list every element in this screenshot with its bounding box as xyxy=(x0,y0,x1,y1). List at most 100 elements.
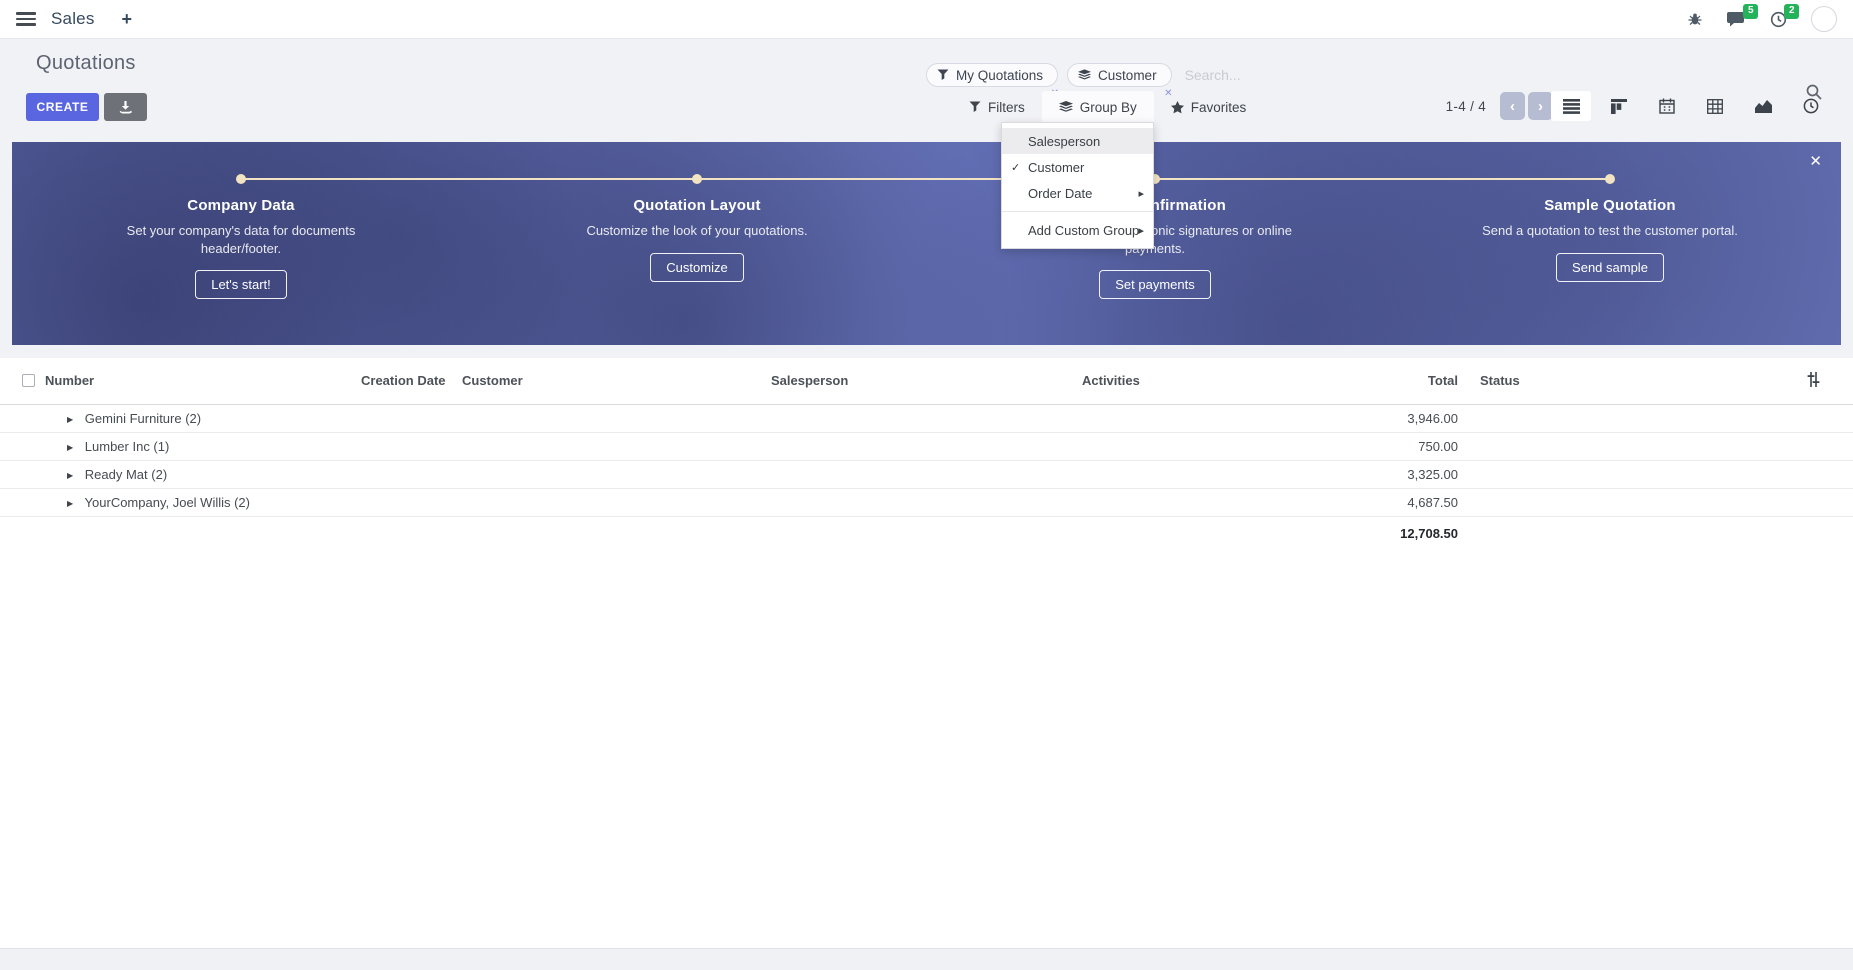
step-title: Sample Quotation xyxy=(1455,197,1765,214)
select-all-checkbox[interactable] xyxy=(22,374,35,387)
column-header-number[interactable]: Number xyxy=(45,358,361,404)
column-header-status[interactable]: Status xyxy=(1458,358,1775,404)
check-icon: ✓ xyxy=(1011,161,1020,174)
onboarding-step-sample-quotation: Sample Quotation Send a quotation to tes… xyxy=(1455,197,1765,282)
column-header-salesperson[interactable]: Salesperson xyxy=(771,358,1082,404)
group-by-button[interactable]: Group By xyxy=(1042,91,1154,123)
pager-next-button[interactable]: › xyxy=(1528,92,1553,120)
onboarding-banner: ✕ Company Data Set your company's data f… xyxy=(12,142,1841,345)
activity-view-button[interactable] xyxy=(1791,91,1831,121)
expand-caret-icon: ▶ xyxy=(67,443,73,452)
column-header-total[interactable]: Total xyxy=(1322,358,1458,404)
page: Sales + 5 2 Quotations My Quotations ✕ xyxy=(0,0,1853,970)
group-row-ready-mat[interactable]: ▶ Ready Mat (2) 3,325.00 xyxy=(0,460,1853,488)
column-header-customer[interactable]: Customer xyxy=(462,358,771,404)
banner-close-icon[interactable]: ✕ xyxy=(1809,152,1822,170)
graph-view-button[interactable] xyxy=(1743,91,1783,121)
step-description: Customize the look of your quotations. xyxy=(542,222,852,240)
menu-item-add-custom-group[interactable]: Add Custom Group ▸ xyxy=(1002,217,1153,243)
pivot-view-button[interactable] xyxy=(1695,91,1735,121)
clock-icon xyxy=(1803,98,1819,114)
table-footer-row: 12,708.50 xyxy=(0,516,1853,550)
onboarding-step-quotation-layout: Quotation Layout Customize the look of y… xyxy=(542,197,852,282)
debug-bug-icon[interactable] xyxy=(1687,11,1703,27)
plus-icon[interactable]: + xyxy=(122,10,133,28)
messages-icon[interactable]: 5 xyxy=(1727,11,1746,28)
pager-prev-button[interactable]: ‹ xyxy=(1500,92,1525,120)
kanban-view-button[interactable] xyxy=(1599,91,1639,121)
create-button[interactable]: CREATE xyxy=(26,93,99,121)
filters-button[interactable]: Filters xyxy=(952,91,1042,123)
pager: 1-4 / 4 ‹ › xyxy=(1446,91,1553,121)
column-header-activities[interactable]: Activities xyxy=(1082,358,1322,404)
submenu-caret-icon: ▸ xyxy=(1138,224,1144,237)
menu-item-label: Add Custom Group xyxy=(1028,223,1139,238)
menu-item-customer[interactable]: ✓ Customer xyxy=(1002,154,1153,180)
send-sample-button[interactable]: Send sample xyxy=(1556,253,1664,282)
activities-clock-icon[interactable]: 2 xyxy=(1770,11,1787,28)
list-icon xyxy=(1563,99,1580,114)
step-title: Company Data xyxy=(86,197,396,214)
group-row-gemini-furniture[interactable]: ▶ Gemini Furniture (2) 3,946.00 xyxy=(0,404,1853,432)
group-total: 3,946.00 xyxy=(1322,404,1458,432)
menu-item-order-date[interactable]: Order Date ▸ xyxy=(1002,180,1153,206)
list-view-button[interactable] xyxy=(1551,91,1591,121)
apps-menu-icon[interactable] xyxy=(16,12,36,26)
table-header-row: Number Creation Date Customer Salesperso… xyxy=(0,358,1853,404)
top-navbar: Sales + 5 2 xyxy=(0,0,1853,39)
app-name[interactable]: Sales xyxy=(51,9,95,29)
page-title: Quotations xyxy=(36,52,136,75)
group-by-label: Group By xyxy=(1080,100,1137,115)
group-total: 3,325.00 xyxy=(1322,460,1458,488)
submenu-caret-icon: ▸ xyxy=(1138,187,1144,200)
user-avatar[interactable] xyxy=(1811,6,1837,32)
graph-icon xyxy=(1755,99,1772,113)
group-name: Ready Mat (2) xyxy=(85,467,167,482)
favorites-label: Favorites xyxy=(1191,100,1247,115)
export-button[interactable] xyxy=(104,93,147,121)
navbar-right: 5 2 xyxy=(1687,6,1837,32)
facet-customer: Customer ✕ xyxy=(1067,63,1172,87)
filter-icon xyxy=(937,69,949,81)
messages-badge: 5 xyxy=(1743,4,1758,19)
filter-icon xyxy=(969,101,981,113)
calendar-view-button[interactable] xyxy=(1647,91,1687,121)
group-by-dropdown: Salesperson ✓ Customer Order Date ▸ Add … xyxy=(1001,122,1154,249)
bottom-strip xyxy=(0,948,1853,970)
select-all-cell xyxy=(0,358,45,404)
favorites-button[interactable]: Favorites xyxy=(1154,91,1264,123)
menu-divider xyxy=(1002,211,1153,212)
search-bar: My Quotations ✕ Customer ✕ Search... xyxy=(926,60,1241,90)
layers-icon xyxy=(1059,101,1073,113)
onboarding-step-company-data: Company Data Set your company's data for… xyxy=(86,197,396,299)
group-total: 750.00 xyxy=(1322,432,1458,460)
customize-button[interactable]: Customize xyxy=(650,253,743,282)
menu-item-salesperson[interactable]: Salesperson xyxy=(1002,128,1153,154)
set-payments-button[interactable]: Set payments xyxy=(1099,270,1211,299)
menu-item-label: Order Date xyxy=(1028,186,1092,201)
list-view: Number Creation Date Customer Salesperso… xyxy=(0,358,1853,948)
step-description: Send a quotation to test the customer po… xyxy=(1455,222,1765,240)
expand-caret-icon: ▶ xyxy=(67,415,73,424)
search-options: Filters Group By Favorites xyxy=(952,91,1263,123)
facet-my-quotations: My Quotations ✕ xyxy=(926,63,1058,87)
pager-range: 1-4 / 4 xyxy=(1446,99,1486,114)
pivot-icon xyxy=(1707,99,1723,114)
group-name: YourCompany, Joel Willis (2) xyxy=(85,495,250,510)
group-total: 4,687.50 xyxy=(1322,488,1458,516)
activities-badge: 2 xyxy=(1784,4,1799,19)
calendar-icon xyxy=(1659,98,1675,114)
lets-start-button[interactable]: Let's start! xyxy=(195,270,287,299)
expand-caret-icon: ▶ xyxy=(67,471,73,480)
grand-total: 12,708.50 xyxy=(1322,516,1458,550)
search-input[interactable]: Search... xyxy=(1185,67,1241,83)
star-icon xyxy=(1171,101,1184,114)
group-row-yourcompany-joel-willis[interactable]: ▶ YourCompany, Joel Willis (2) 4,687.50 xyxy=(0,488,1853,516)
column-header-creation-date[interactable]: Creation Date xyxy=(361,358,462,404)
optional-columns-icon[interactable] xyxy=(1806,372,1821,387)
filters-label: Filters xyxy=(988,100,1025,115)
group-by-icon xyxy=(1078,69,1091,81)
facet-label: My Quotations xyxy=(956,68,1043,83)
step-title: Quotation Layout xyxy=(542,197,852,214)
group-row-lumber-inc[interactable]: ▶ Lumber Inc (1) 750.00 xyxy=(0,432,1853,460)
